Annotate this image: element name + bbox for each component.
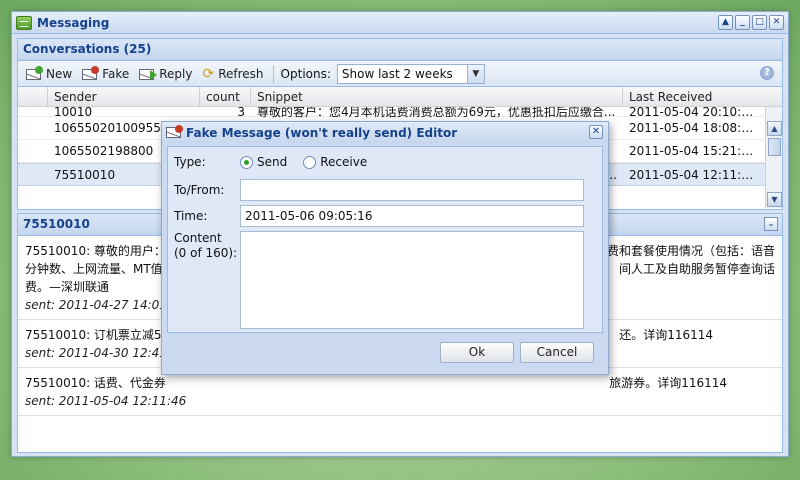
scroll-up-icon[interactable]: ▲ [767, 121, 782, 136]
receive-radio[interactable] [303, 155, 317, 169]
cell-received: 2011-05-04 15:21:47 [629, 144, 757, 158]
time-row: Time: [174, 205, 584, 227]
options-selected-value: Show last 2 weeks [341, 66, 453, 81]
toolbar-separator [272, 64, 274, 83]
table-row[interactable]: 10010 3 尊敬的客户：您4月本机话费消费总额为69元，优惠抵扣后应缴合..… [18, 107, 782, 119]
cell-count: 3 [237, 107, 245, 119]
collapse-panel-icon[interactable]: ⌄ [764, 217, 778, 231]
grid-scrollbar[interactable]: ▲ ▼ [765, 107, 782, 208]
dialog-titlebar[interactable]: Fake Message (won't really send) Editor … [162, 122, 608, 143]
type-row: Type: Send Receive [174, 155, 367, 169]
message-text-line2-right: 间人工及自助服务暂停查询话 [618, 262, 775, 276]
reply-button-label: Reply [159, 66, 193, 81]
content-label-group: Content (0 of 160): [174, 231, 240, 261]
message-text-right: 旅游券。详询116114 [609, 376, 727, 390]
conversations-grid-header: Sender count Snippet Last Received [18, 87, 782, 107]
cell-received: 2011-05-04 20:10:20 [629, 107, 757, 119]
tofrom-row: To/From: [174, 179, 584, 201]
chevron-down-icon[interactable]: ▼ [466, 64, 484, 83]
cell-sender: 10010 [54, 107, 93, 119]
message-sent-time: sent: 2011-05-04 12:11:46 [25, 394, 187, 408]
content-count: (0 of 160): [174, 246, 238, 260]
window-controls: ▲ _ □ ✕ [718, 15, 784, 30]
reply-icon [139, 67, 158, 81]
help-icon[interactable]: ? [760, 66, 774, 80]
refresh-button-label: Refresh [218, 66, 264, 81]
column-header-blank [18, 87, 48, 106]
cell-received: 2011-05-04 18:08:18 [629, 121, 757, 135]
new-message-icon [26, 65, 43, 81]
message-text-line2: 分钟数、上网流量、MT值 [25, 262, 163, 276]
column-header-count[interactable]: count [200, 87, 251, 106]
send-radio-label[interactable]: Send [257, 155, 287, 169]
maximize-window-button[interactable]: □ [752, 15, 767, 30]
tofrom-input[interactable] [240, 179, 584, 201]
close-icon[interactable]: ✕ [589, 125, 603, 139]
time-input[interactable] [240, 205, 584, 227]
fake-button[interactable]: Fake [78, 65, 133, 83]
collapse-window-button[interactable]: ▲ [718, 15, 733, 30]
conversations-toolbar: New Fake Reply ⟳ Refresh Options: Show l… [18, 61, 782, 87]
message-text-right: 还。详询116114 [619, 328, 713, 342]
message-text: 75510010: 尊敬的用户： [25, 244, 166, 258]
detail-title: 75510010 [23, 217, 90, 231]
cancel-button[interactable]: Cancel [520, 342, 594, 363]
column-header-sender[interactable]: Sender [48, 87, 200, 106]
content-textarea[interactable] [240, 231, 584, 329]
column-header-last-received[interactable]: Last Received [623, 87, 761, 106]
messaging-app-icon [16, 15, 32, 30]
options-dropdown[interactable]: Show last 2 weeks ▼ [336, 63, 485, 84]
type-label: Type: [174, 155, 206, 169]
scroll-down-icon[interactable]: ▼ [767, 192, 782, 207]
refresh-icon: ⟳ [202, 65, 215, 82]
window-titlebar[interactable]: Messaging ▲ _ □ ✕ [12, 12, 788, 34]
column-header-snippet[interactable]: Snippet [251, 87, 623, 106]
cell-received: 2011-05-04 12:11:46 [629, 167, 757, 182]
message-item: 75510010: 话费、代金券 旅游券。详询116114 sent: 2011… [18, 368, 782, 416]
content-label: Content [174, 231, 222, 245]
tofrom-label: To/From: [174, 183, 225, 197]
new-button-label: New [46, 66, 73, 81]
dialog-form: Type: Send Receive To/From: Time: Conten… [167, 146, 603, 333]
fake-button-label: Fake [102, 66, 130, 81]
minimize-window-button[interactable]: _ [735, 15, 750, 30]
message-text: 75510010: 话费、代金券 [25, 376, 166, 390]
window-title: Messaging [37, 15, 110, 30]
refresh-button[interactable]: ⟳ Refresh [198, 64, 267, 84]
fake-message-icon [166, 124, 183, 139]
receive-radio-label[interactable]: Receive [320, 155, 367, 169]
time-label: Time: [174, 209, 208, 223]
new-button[interactable]: New [22, 65, 76, 83]
cell-snippet: 尊敬的客户：您4月本机话费消费总额为69元，优惠抵扣后应缴合... [257, 107, 616, 119]
conversations-header: Conversations (25) [18, 39, 782, 61]
options-label: Options: [280, 66, 331, 81]
ok-button[interactable]: Ok [440, 342, 514, 363]
fake-message-icon [82, 65, 100, 81]
dialog-title: Fake Message (won't really send) Editor [186, 125, 458, 140]
content-row: Content (0 of 160): [174, 231, 584, 329]
message-text-right: 费和套餐使用情况（包括：语音 [606, 244, 775, 258]
fake-message-editor-dialog: Fake Message (won't really send) Editor … [161, 121, 609, 375]
close-window-button[interactable]: ✕ [769, 15, 784, 30]
message-text: 75510010: 订机票立减50 [25, 328, 170, 342]
reply-button[interactable]: Reply [135, 65, 196, 83]
scroll-thumb[interactable] [768, 138, 781, 156]
send-radio[interactable] [240, 155, 253, 169]
